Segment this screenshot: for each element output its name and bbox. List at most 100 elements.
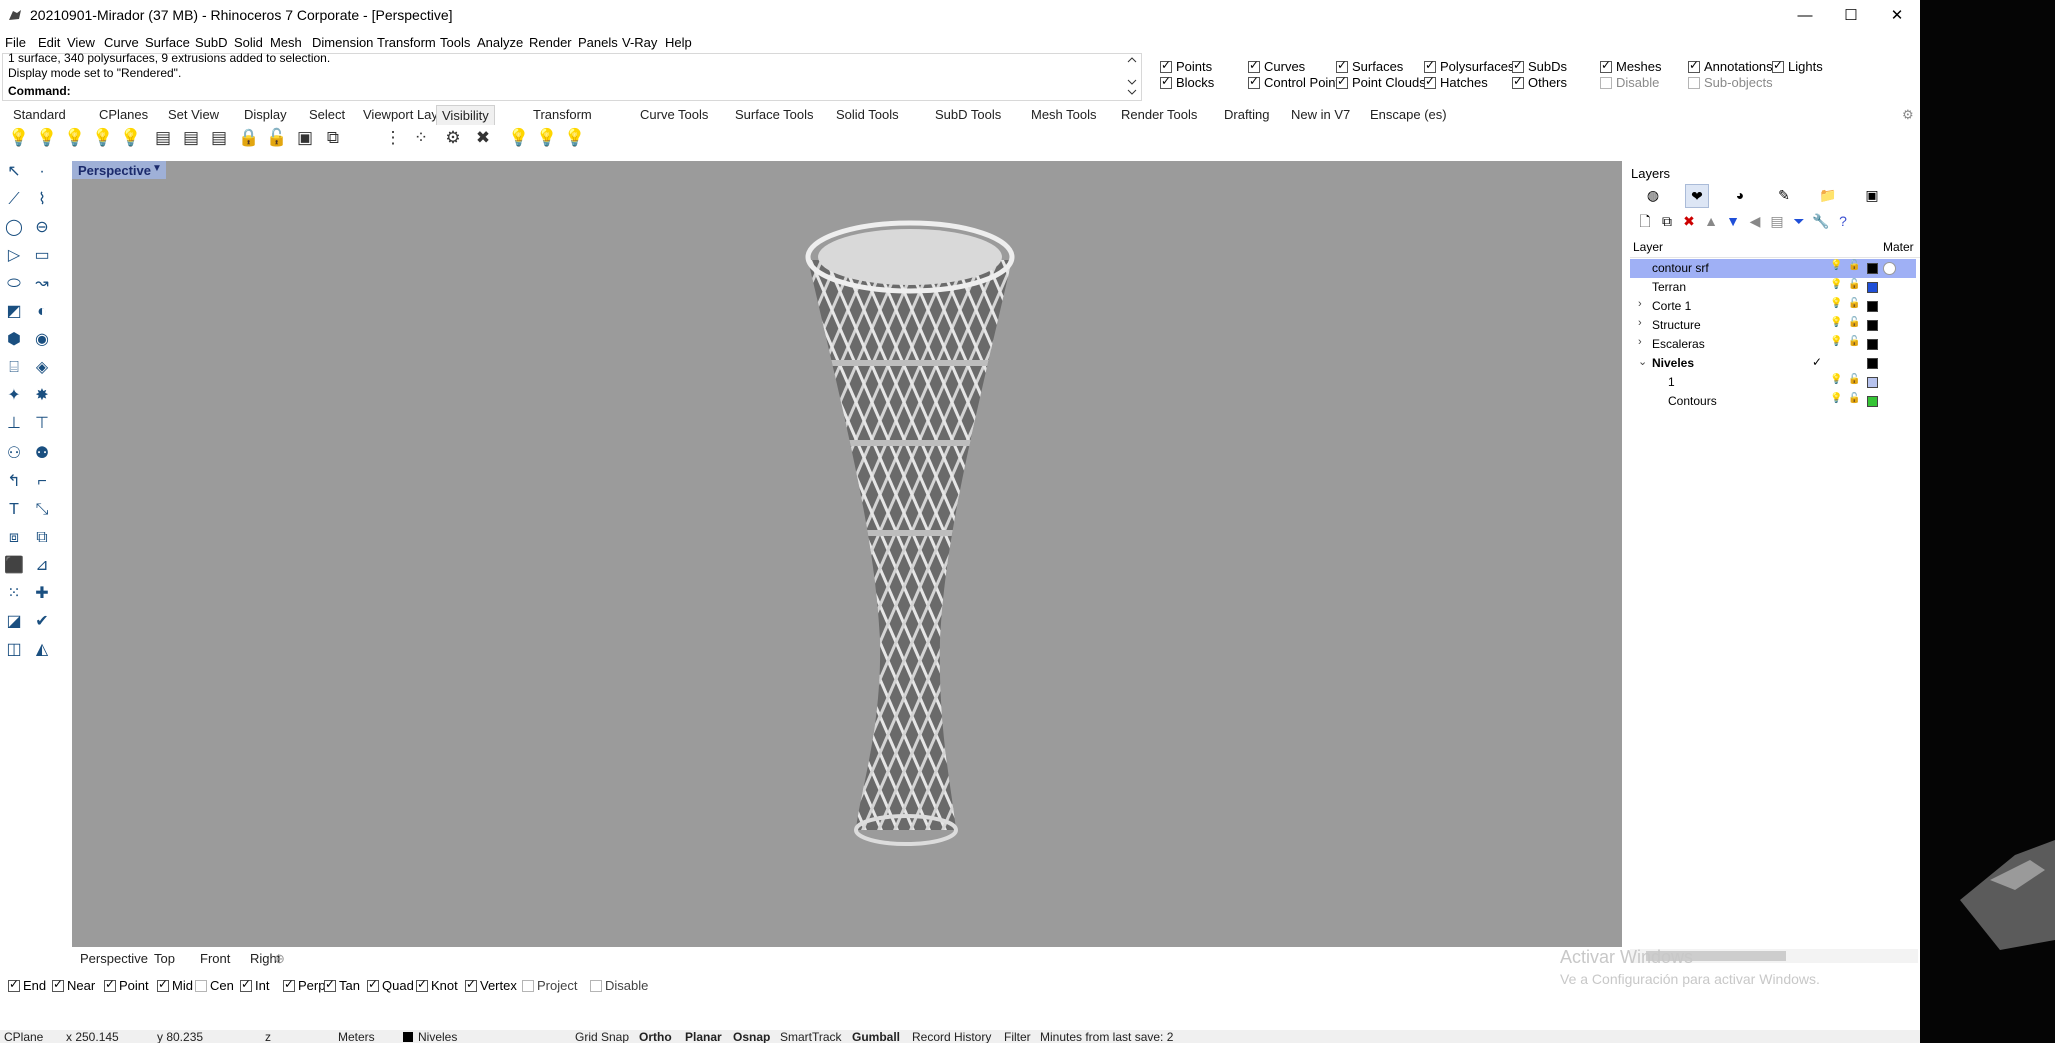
menu-v-ray[interactable]: V-Ray [622,35,657,50]
tab-surface-tools[interactable]: Surface Tools [735,107,814,122]
analyze-icon[interactable]: ◪ [2,610,26,634]
osnap-quad-checkbox[interactable]: Quad [367,977,414,993]
show-objects-icon[interactable]: 💡 [36,127,58,149]
layers-tab-icon[interactable]: ❤ [1685,184,1709,208]
delete-layer-icon[interactable]: ✖ [1679,211,1699,231]
command-scroll-arrows[interactable] [1124,53,1140,99]
select-arrow-icon[interactable]: ↖ [2,160,26,184]
collapse-chevron-icon[interactable]: ⌄ [1638,355,1647,368]
osnap-knot-checkbox[interactable]: Knot [416,977,458,993]
menu-render[interactable]: Render [529,35,572,50]
ungroup-icon[interactable]: ⚉ [30,442,54,466]
menu-panels[interactable]: Panels [578,35,618,50]
smarttrack-toggle[interactable]: SmartTrack [780,1030,842,1043]
render-tab-icon[interactable]: ◕ [1729,184,1751,206]
viewport-tab-perspective[interactable]: Perspective [80,951,148,966]
tab-select[interactable]: Select [309,107,345,122]
minimize-button[interactable]: — [1782,0,1828,31]
polyline-icon[interactable]: ⟋ [2,188,26,212]
hide-points-icon[interactable]: ⋮ [382,127,404,149]
tab-curve-tools[interactable]: Curve Tools [640,107,708,122]
tab-display[interactable]: Display [244,107,287,122]
layer-color-swatch[interactable] [1867,396,1878,407]
layer-row[interactable]: Terran 💡 🔓 [1630,278,1916,297]
layer-row[interactable]: Contours 💡 🔓 [1630,392,1916,411]
scale-icon[interactable]: ⊿ [30,554,54,578]
hide-swap-icon[interactable]: 💡 [92,127,114,149]
visibility-points-checkbox[interactable]: Points [1160,58,1212,74]
rectangle-icon[interactable]: ▭ [30,244,54,268]
lock-icon[interactable]: 🔒 [238,127,260,149]
materials-tab-icon[interactable]: ✎ [1773,184,1795,206]
layer-color-swatch[interactable] [1867,282,1878,293]
menu-file[interactable]: File [5,35,26,50]
tab-subd-tools[interactable]: SubD Tools [935,107,1001,122]
layer-settings-icon[interactable]: ▤ [1767,211,1787,231]
mesh-icon[interactable]: ◈ [30,356,54,380]
menu-tools[interactable]: Tools [440,35,470,50]
tab-set-view[interactable]: Set View [168,107,219,122]
ortho-toggle[interactable]: Ortho [639,1030,672,1043]
close-button[interactable]: ✕ [1874,0,1920,31]
loft-icon[interactable]: ◐ [30,300,54,324]
move-layer-parent-icon[interactable]: ◀ [1745,211,1765,231]
unlock-selected-icon[interactable]: ⧉ [322,127,344,149]
layer-visibility-bulb-icon[interactable]: 💡 [1830,374,1842,385]
osnap-point-checkbox[interactable]: Point [104,977,149,993]
visibility-blocks-checkbox[interactable]: Blocks [1160,74,1214,90]
toolbar-settings-icon[interactable]: ⚙ [1902,107,1914,123]
dimension-icon[interactable]: ⤡ [30,498,54,522]
lock-swap-icon[interactable]: ▣ [294,127,316,149]
material-icon[interactable]: ◭ [30,638,54,662]
visibility-disable-checkbox[interactable]: Disable [1600,75,1659,90]
properties-tab-icon[interactable]: ◍ [1642,184,1664,206]
tab-new-in-v7[interactable]: New in V7 [1291,107,1350,122]
layer-visibility-bulb-icon[interactable]: 💡 [1830,393,1842,404]
help-icon[interactable]: ? [1833,211,1853,231]
cylinder-icon[interactable]: ⌸ [2,356,26,380]
ellipse-icon[interactable]: ⊖ [30,216,54,240]
menu-analyze[interactable]: Analyze [477,35,523,50]
box-icon[interactable]: ⬢ [2,328,26,352]
tab-visibility[interactable]: Visibility [436,105,495,125]
layer-row[interactable]: ⌄ Niveles ✓ [1630,354,1916,373]
light-bulb-icon[interactable]: 💡 [8,127,30,149]
record-history-toggle[interactable]: Record History [912,1030,991,1043]
freeform-icon[interactable]: ↝ [30,272,54,296]
grid-array-icon[interactable]: ⁙ [2,582,26,606]
visibility-curves-checkbox[interactable]: Curves [1248,58,1305,74]
layer-visibility-bulb-icon[interactable]: 💡 [1830,336,1842,347]
viewport-menu-icon[interactable]: ▼ [152,163,162,174]
viewport-label[interactable]: Perspective ▼ [72,161,166,179]
tab-transform[interactable]: Transform [533,107,592,122]
layer-visibility-bulb-icon[interactable]: 💡 [1830,279,1842,290]
layer-lock-icon[interactable]: 🔓 [1848,374,1860,385]
expand-chevron-icon[interactable]: › [1638,336,1642,348]
layer-lock-icon[interactable]: 🔓 [1848,260,1860,271]
visibility-sub-objects-checkbox[interactable]: Sub-objects [1688,75,1773,90]
layout-icon[interactable]: ◫ [2,638,26,662]
libraries-tab-icon[interactable]: 📁 [1817,184,1839,206]
expand-chevron-icon[interactable]: › [1638,317,1642,329]
osnap-tan-checkbox[interactable]: Tan [324,977,360,993]
render-icon[interactable]: ✦ [2,384,26,408]
osnap-perp-checkbox[interactable]: Perp [283,977,325,993]
layer-material-icon[interactable] [1883,262,1896,275]
osnap-near-checkbox[interactable]: Near [52,977,95,993]
layer-row[interactable]: › Corte 1 💡 🔓 [1630,297,1916,316]
point-icon[interactable]: · [30,160,54,184]
visibility-others-checkbox[interactable]: Others [1512,74,1567,90]
polygon-icon[interactable]: ⬭ [2,272,26,296]
copy-icon[interactable]: ⧉ [30,526,54,550]
delete-hidden-icon[interactable]: ✖ [472,127,494,149]
layer-lock-icon[interactable]: 🔓 [1848,279,1860,290]
layer-color-swatch[interactable] [1867,320,1878,331]
layer-visibility-bulb-icon[interactable]: 💡 [1830,260,1842,271]
bulb-mesh-icon[interactable]: 💡 [564,127,586,149]
boolean-icon[interactable]: ◉ [30,328,54,352]
tab-render-tools[interactable]: Render Tools [1121,107,1197,122]
array-icon[interactable]: ⬛ [2,554,26,578]
split-icon[interactable]: ⊤ [30,412,54,436]
chamfer-icon[interactable]: ⌐ [30,470,54,494]
osnap-toggle[interactable]: Osnap [733,1030,770,1043]
